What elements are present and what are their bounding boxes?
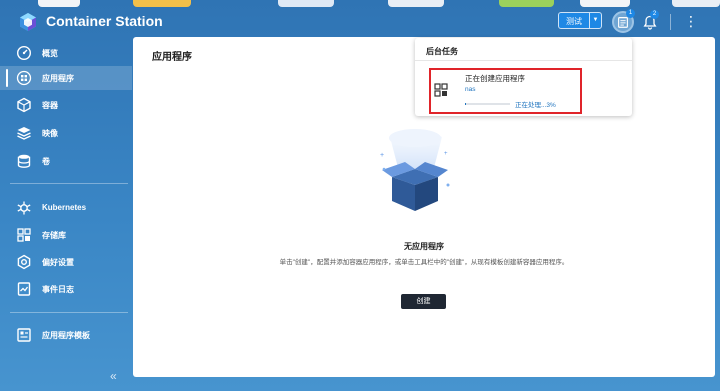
sidebar-item-app-templates[interactable]: 应用程序模板 [0, 323, 132, 347]
svg-text:+: + [380, 152, 384, 159]
empty-state-description: 单击"创建"，配置并添加容器应用程序，或单击工具栏中的"创建"，从现有模板创建新… [279, 259, 569, 266]
popup-divider [415, 60, 632, 61]
template-icon [17, 328, 31, 342]
sidebar-item-images[interactable]: 映像 [0, 121, 132, 145]
sidebar-divider [10, 312, 128, 313]
background-tasks-button[interactable]: 1 [612, 9, 635, 33]
chevron-down-icon: ▼ [589, 13, 601, 28]
image-layers-icon [17, 127, 31, 140]
topbar-divider [670, 14, 671, 30]
sidebar-item-label: 存储库 [42, 231, 66, 240]
empty-state-title: 无应用程序 [404, 242, 444, 251]
task-app-name: nas [465, 86, 476, 93]
apps-icon [16, 70, 32, 86]
watermark: 新浪众测 [650, 349, 715, 366]
svg-text:+: + [444, 151, 448, 157]
apps-icon [434, 83, 448, 97]
log-icon [17, 282, 31, 296]
volume-icon [17, 154, 31, 168]
sidebar-item-label: 容器 [42, 101, 58, 110]
sidebar-item-label: 卷 [42, 157, 50, 166]
sidebar-item-label: 偏好设置 [42, 258, 74, 267]
settings-icon [17, 254, 31, 270]
sidebar-item-event-log[interactable]: 事件日志 [0, 277, 132, 301]
sidebar-divider [10, 183, 128, 184]
sidebar-item-volumes[interactable]: 卷 [0, 149, 132, 173]
notifications-badge: 2 [650, 10, 659, 19]
collapse-sidebar-button[interactable]: « [110, 369, 117, 383]
container-icon [17, 97, 31, 113]
notifications-button[interactable]: 2 [642, 10, 659, 30]
sidebar-item-label: Kubernetes [42, 203, 87, 212]
create-button[interactable]: 创建 [401, 294, 446, 309]
sidebar-item-label: 概览 [42, 49, 58, 58]
empty-box-illustration: + + [380, 129, 450, 211]
sidebar-item-repository[interactable]: 存储库 [0, 223, 132, 247]
page-title: 应用程序 [152, 52, 192, 63]
sidebar-item-applications[interactable]: 应用程序 [0, 66, 132, 90]
sidebar: 概览 应用程序 容器 映像 卷 Kubernetes 存储库 偏好设置 事件日志… [0, 37, 132, 391]
sidebar-item-overview[interactable]: 概览 [0, 41, 132, 65]
background-tasks-popup: 后台任务 正在创建应用程序 nas 正在处理...3% [415, 38, 632, 116]
task-name: 正在创建应用程序 [465, 74, 525, 83]
kubernetes-icon [17, 201, 31, 215]
sidebar-item-label: 应用程序模板 [42, 331, 90, 340]
desktop-icon-strip [0, 0, 720, 7]
task-progress-fill [465, 103, 467, 105]
task-status: 正在处理...3% [515, 102, 556, 109]
popup-title: 后台任务 [426, 47, 458, 56]
sidebar-item-preferences[interactable]: 偏好设置 [0, 250, 132, 274]
container-station-logo [20, 13, 36, 31]
environment-label: 测试 [566, 17, 582, 26]
sidebar-item-label: 事件日志 [42, 285, 74, 294]
sidebar-item-label: 应用程序 [42, 74, 74, 83]
sidebar-item-containers[interactable]: 容器 [0, 93, 132, 117]
top-bar: Container Station 测试 ▼ 1 2 ⋮ [0, 7, 720, 37]
sidebar-item-label: 映像 [42, 129, 58, 138]
task-progress-bar [465, 103, 510, 105]
sidebar-item-kubernetes[interactable]: Kubernetes [0, 196, 132, 220]
repository-icon [17, 228, 31, 242]
app-title: Container Station [46, 13, 163, 29]
environment-dropdown[interactable]: 测试 ▼ [558, 12, 602, 29]
dashboard-icon [16, 45, 32, 61]
tasks-badge: 1 [626, 9, 635, 18]
task-item[interactable]: 正在创建应用程序 nas 正在处理...3% [429, 68, 582, 114]
more-options-icon[interactable]: ⋮ [684, 13, 698, 31]
